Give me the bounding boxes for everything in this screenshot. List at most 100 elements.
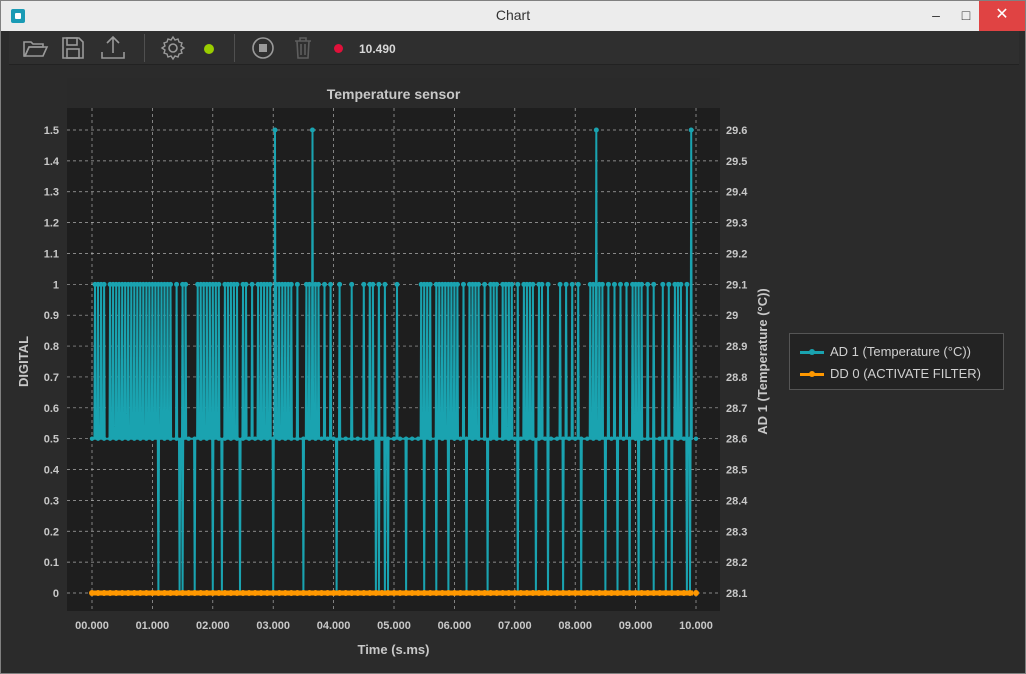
data-point-ad-baseline	[168, 436, 173, 441]
upload-icon[interactable]	[99, 34, 127, 62]
data-point-ad-baseline	[120, 436, 125, 441]
data-point-ad	[294, 281, 300, 287]
data-point-ad	[309, 127, 315, 133]
data-point-dd	[209, 590, 216, 596]
data-point-ad-baseline	[367, 436, 373, 441]
data-point-ad-baseline	[355, 436, 360, 441]
data-point-ad-baseline	[542, 436, 548, 441]
x-tick-label: 03.000	[256, 620, 290, 632]
data-point-ad	[660, 281, 666, 287]
data-point-dd	[644, 590, 651, 596]
data-point-ad-baseline	[657, 436, 662, 441]
data-point-dd	[330, 590, 337, 596]
legend-label-dd: DD 0 (ACTIVATE FILTER)	[830, 366, 981, 381]
data-point-ad-baseline	[258, 436, 264, 441]
y-left-tick-label: 1.3	[44, 187, 59, 199]
data-point-ad-baseline	[536, 436, 542, 441]
data-point-dd	[324, 590, 331, 596]
maximize-button[interactable]: □	[951, 1, 981, 31]
data-point-dd	[246, 590, 253, 596]
data-point-ad	[349, 281, 355, 287]
data-point-dd	[342, 590, 349, 596]
gear-icon[interactable]	[159, 34, 187, 62]
y-left-tick-label: 1.4	[44, 156, 60, 168]
data-point-ad-baseline	[663, 436, 668, 441]
data-point-ad-baseline	[222, 436, 228, 441]
data-point-ad	[216, 281, 222, 287]
minimize-button[interactable]: –	[921, 1, 951, 31]
title-bar[interactable]: Chart – □ ✕	[1, 1, 1025, 31]
data-point-dd	[409, 590, 416, 596]
data-point-dd	[233, 590, 240, 596]
stop-icon[interactable]	[249, 34, 277, 62]
data-point-dd	[312, 590, 319, 596]
data-point-ad-baseline	[113, 436, 119, 441]
data-point-dd	[372, 590, 379, 596]
y-left-tick-label: 0.4	[44, 465, 60, 477]
data-point-ad	[494, 281, 500, 287]
save-icon[interactable]	[59, 34, 87, 62]
data-point-ad-baseline	[234, 436, 240, 441]
data-point-ad-baseline	[319, 436, 324, 441]
data-point-ad-baseline	[415, 436, 421, 441]
data-point-ad-baseline	[192, 436, 197, 441]
data-point-ad-baseline	[403, 436, 409, 441]
window-title: Chart	[495, 7, 531, 23]
data-point-dd	[143, 590, 150, 596]
data-point-ad-baseline	[494, 436, 499, 441]
data-point-dd	[529, 590, 536, 596]
data-point-ad-baseline	[440, 436, 445, 441]
close-button[interactable]: ✕	[979, 1, 1025, 31]
toolbar: 10.490	[9, 31, 1019, 65]
y-right-tick-label: 29.6	[726, 125, 747, 137]
data-point-ad-baseline	[422, 436, 427, 441]
data-point-ad-baseline	[198, 436, 203, 441]
trash-icon[interactable]	[289, 34, 317, 62]
y-right-tick-label: 29.2	[726, 248, 747, 260]
data-point-ad-baseline	[452, 436, 457, 441]
data-point-ad	[605, 281, 611, 287]
y-left-tick-label: 0.8	[44, 341, 59, 353]
data-point-ad-baseline	[627, 436, 632, 441]
elapsed-counter: 10.490	[359, 42, 396, 56]
data-point-dd	[252, 590, 259, 596]
data-point-ad-baseline	[560, 436, 566, 441]
y-right-tick-label: 28.7	[726, 403, 747, 415]
data-point-ad-baseline	[343, 436, 348, 441]
legend: AD 1 (Temperature (°C)) DD 0 (ACTIVATE F…	[789, 333, 1004, 390]
data-point-ad-baseline	[295, 436, 300, 441]
y-right-tick-label: 28.1	[726, 588, 747, 600]
data-point-dd	[511, 590, 518, 596]
data-point-ad	[316, 281, 321, 287]
data-point-ad	[590, 281, 596, 287]
legend-swatch-ad	[800, 349, 824, 355]
data-point-dd	[554, 590, 561, 596]
data-point-dd	[632, 590, 639, 596]
x-tick-label: 00.000	[75, 620, 109, 632]
data-point-ad	[306, 281, 312, 287]
folder-open-icon[interactable]	[21, 34, 49, 62]
data-point-ad-baseline	[597, 436, 602, 441]
data-point-ad	[174, 281, 180, 287]
data-point-ad-baseline	[144, 436, 149, 441]
data-point-ad-baseline	[379, 436, 385, 441]
y-right-tick-label: 28.9	[726, 341, 747, 353]
toolbar-separator	[234, 34, 235, 62]
data-point-ad-baseline	[301, 436, 306, 441]
data-point-dd	[131, 590, 138, 596]
data-point-ad-baseline	[264, 436, 270, 441]
data-point-dd	[517, 590, 524, 596]
x-axis-label: Time (s.ms)	[357, 642, 429, 657]
data-point-dd	[608, 590, 615, 596]
data-point-ad-baseline	[228, 436, 234, 441]
data-point-dd	[542, 590, 548, 596]
data-point-ad-baseline	[391, 436, 397, 441]
data-point-ad-baseline	[512, 436, 517, 441]
data-point-ad-baseline	[675, 436, 681, 441]
data-point-dd	[560, 590, 567, 596]
data-point-dd	[463, 590, 470, 596]
data-point-dd	[366, 590, 373, 596]
data-point-ad	[611, 281, 617, 287]
data-point-ad-baseline	[132, 436, 137, 441]
data-point-ad-baseline	[428, 436, 433, 441]
